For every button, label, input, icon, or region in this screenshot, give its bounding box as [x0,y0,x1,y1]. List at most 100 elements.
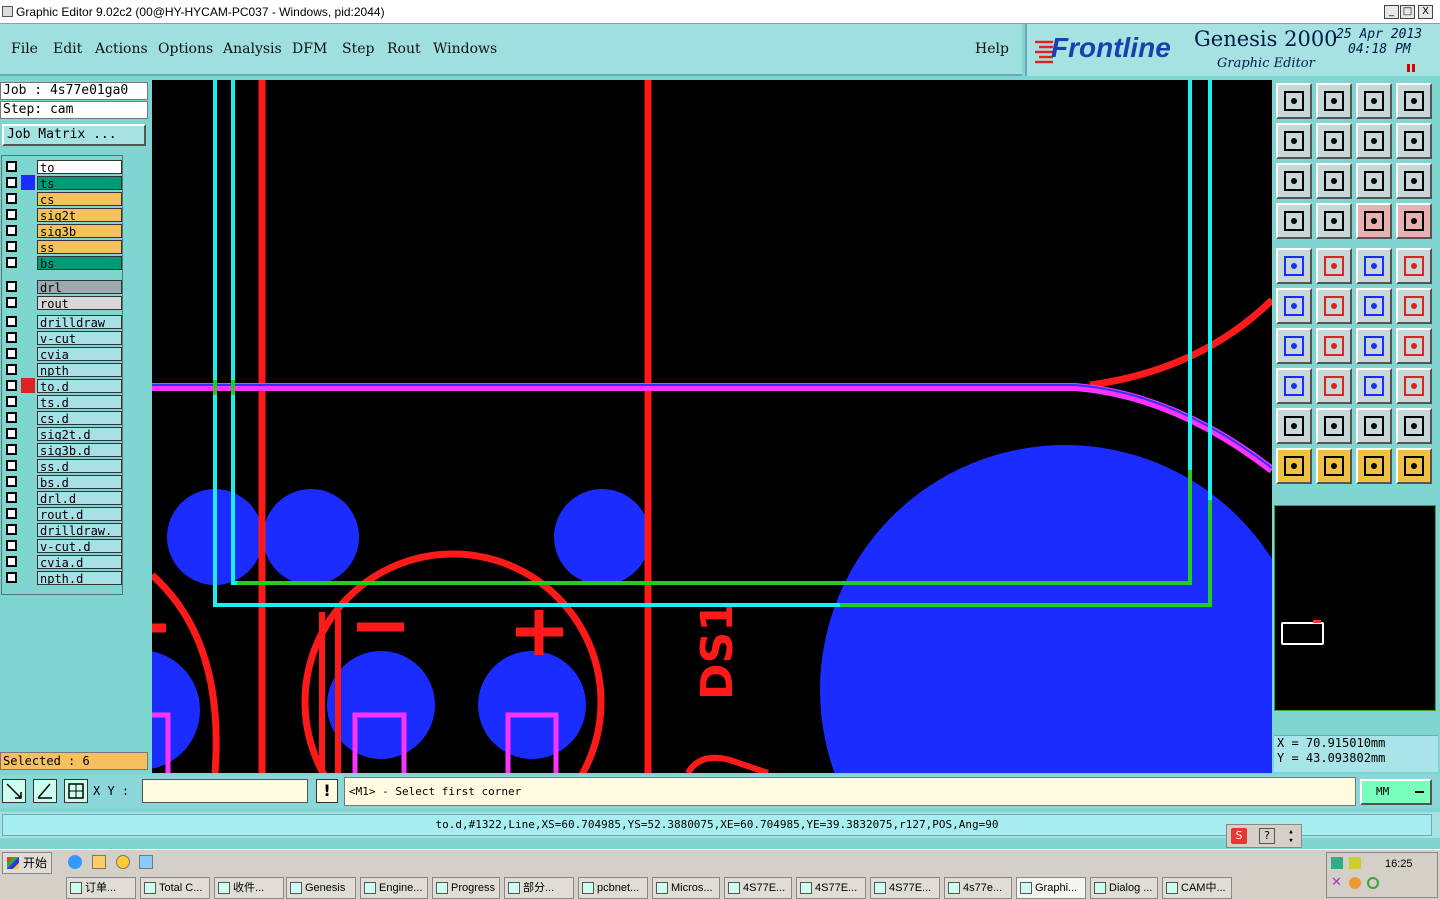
layer-checkbox[interactable] [6,177,17,188]
tool-button[interactable] [1316,288,1352,324]
angle-icon[interactable] [33,779,57,803]
layer-checkbox[interactable] [6,193,17,204]
layer-affected-marker[interactable] [21,426,35,441]
start-button[interactable]: 开始 [2,852,52,874]
layer-row[interactable]: v-cut [6,330,122,345]
taskbar-item[interactable]: 4S77E... [796,877,866,899]
layer-checkbox[interactable] [6,281,17,292]
tool-button[interactable] [1356,163,1392,199]
work-layer-icon[interactable] [21,378,35,393]
layer-affected-marker[interactable] [21,506,35,521]
layer-row[interactable]: cs [6,191,122,206]
layer-checkbox[interactable] [6,476,17,487]
tray-icon[interactable] [1349,857,1361,869]
layer-checkbox[interactable] [6,364,17,375]
menu-dfm[interactable]: DFM [292,41,327,57]
layer-checkbox[interactable] [6,540,17,551]
layer-name[interactable]: drilldraw. [37,522,122,537]
layer-checkbox[interactable] [6,380,17,391]
layer-row[interactable]: rout [6,295,122,310]
taskbar-item[interactable]: Total C... [140,877,210,899]
layer-checkbox[interactable] [6,572,17,583]
layer-checkbox[interactable] [6,556,17,567]
layer-row[interactable]: cvia.d [6,554,122,569]
taskbar-item[interactable]: 4s77e... [944,877,1012,899]
layer-row[interactable]: cs.d [6,410,122,425]
units-dropdown[interactable]: MM [1360,779,1432,805]
layer-name[interactable]: ts [37,175,122,190]
layer-row[interactable]: sig2t.d [6,426,122,441]
tool-button[interactable] [1276,248,1312,284]
layer-row[interactable]: npth.d [6,570,122,585]
layer-row[interactable]: v-cut.d [6,538,122,553]
layer-name[interactable]: bs [37,255,122,270]
layer-row[interactable]: ss.d [6,458,122,473]
tool-button[interactable] [1356,203,1392,239]
menu-options[interactable]: Options [158,41,213,57]
layer-name[interactable]: sig3b.d [37,442,122,457]
tool-button[interactable] [1276,288,1312,324]
menu-actions[interactable]: Actions [95,41,148,57]
taskbar-item[interactable]: 收件... [214,877,284,899]
layer-name[interactable]: v-cut.d [37,538,122,553]
layer-row[interactable]: sig3b.d [6,442,122,457]
layer-name[interactable]: cs.d [37,410,122,425]
scroll-arrows-icon[interactable]: ▴ ▾ [1285,828,1297,846]
layer-affected-marker[interactable] [21,538,35,553]
layer-checkbox[interactable] [6,348,17,359]
layer-row[interactable]: bs.d [6,474,122,489]
tool-button[interactable] [1316,248,1352,284]
layer-checkbox[interactable] [6,316,17,327]
layer-name[interactable]: drilldraw [37,314,122,329]
layer-affected-marker[interactable] [21,159,35,174]
layer-checkbox[interactable] [6,492,17,503]
layer-row[interactable]: ss [6,239,122,254]
tool-button[interactable] [1396,408,1432,444]
layer-row[interactable]: drl [6,279,122,294]
tool-button[interactable] [1396,83,1432,119]
snap-icon[interactable] [2,779,26,803]
taskbar-item[interactable]: Engine... [360,877,428,899]
maximize-button[interactable]: □ [1400,5,1415,19]
layer-checkbox[interactable] [6,524,17,535]
layer-affected-marker[interactable] [21,295,35,310]
layer-affected-marker[interactable] [21,239,35,254]
tool-button[interactable] [1316,83,1352,119]
layer-row[interactable]: npth [6,362,122,377]
layer-checkbox[interactable] [6,225,17,236]
layer-name[interactable]: sig2t.d [37,426,122,441]
layer-name[interactable]: cvia [37,346,122,361]
layer-name[interactable]: v-cut [37,330,122,345]
overview-map[interactable] [1274,505,1436,711]
tool-button[interactable] [1356,328,1392,364]
tool-button[interactable] [1316,123,1352,159]
layer-checkbox[interactable] [6,412,17,423]
tool-button[interactable] [1356,448,1392,484]
tool-button[interactable] [1396,123,1432,159]
tool-button[interactable] [1396,288,1432,324]
tool-button[interactable] [1396,368,1432,404]
taskbar-item[interactable]: 部分... [504,877,574,899]
taskbar-item[interactable]: pcbnet... [578,877,648,899]
menu-step[interactable]: Step [342,41,374,57]
layer-checkbox[interactable] [6,161,17,172]
tool-button[interactable] [1316,368,1352,404]
layer-checkbox[interactable] [6,209,17,220]
job-matrix-button[interactable]: Job Matrix ... [2,124,146,146]
ime-toolbar[interactable]: S ? ▴ ▾ [1226,824,1302,848]
tool-button[interactable] [1356,248,1392,284]
tool-button[interactable] [1396,448,1432,484]
menu-help[interactable]: Help [975,41,1009,57]
layer-checkbox[interactable] [6,297,17,308]
layer-checkbox[interactable] [6,396,17,407]
layer-row[interactable]: sig3b [6,223,122,238]
layer-name[interactable]: ts.d [37,394,122,409]
layer-affected-marker[interactable] [21,522,35,537]
layer-row[interactable]: drl.d [6,490,122,505]
layer-affected-marker[interactable] [21,474,35,489]
close-button[interactable]: X [1418,5,1433,19]
layer-name[interactable]: ss [37,239,122,254]
layer-affected-marker[interactable] [21,410,35,425]
layer-affected-marker[interactable] [21,458,35,473]
tool-button[interactable] [1276,368,1312,404]
